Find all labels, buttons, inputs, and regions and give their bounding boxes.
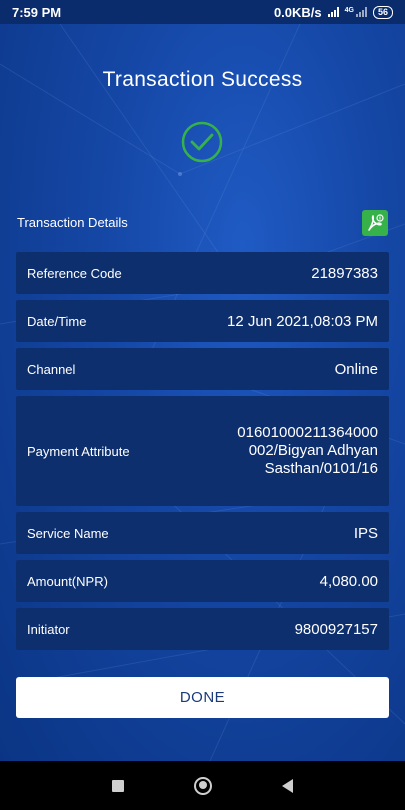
network-type: 4G [344, 6, 354, 14]
battery-icon: 56 [372, 5, 393, 19]
row-value: 4,080.00 [319, 572, 378, 590]
row-label: Channel [27, 361, 76, 377]
row-label: Date/Time [27, 313, 87, 329]
section-title: Transaction Details [17, 215, 128, 230]
status-icons: 0.0KB/s 4G 56 [274, 5, 393, 20]
row-value: 12 Jun 2021,08:03 PM [227, 312, 378, 330]
signal-icon [327, 7, 339, 17]
row-value: 9800927157 [294, 620, 378, 638]
row-label: Payment Attribute [27, 443, 130, 459]
check-circle-icon [181, 121, 223, 163]
detail-row-amount: Amount(NPR) 4,080.00 [16, 560, 389, 602]
detail-row-service-name: Service Name IPS [16, 512, 389, 554]
row-value: 01601000211364000 002/Bigyan Adhyan Sast… [237, 424, 378, 477]
network-speed: 0.0KB/s [273, 4, 322, 20]
row-value: 21897383 [311, 264, 378, 282]
recent-apps-icon[interactable] [112, 779, 124, 792]
signal-icon-2 [355, 7, 367, 17]
detail-row-reference-code: Reference Code 21897383 [16, 252, 389, 294]
row-value: Online [334, 360, 378, 378]
back-icon[interactable] [282, 778, 293, 793]
detail-row-initiator: Initiator 9800927157 [16, 608, 389, 650]
home-icon[interactable] [194, 776, 212, 795]
row-label: Reference Code [27, 265, 122, 281]
row-value: IPS [353, 524, 378, 542]
row-label: Service Name [27, 525, 109, 541]
page-title: Transaction Success [102, 68, 303, 91]
done-button[interactable]: DONE [16, 677, 389, 718]
status-bar: 7:59 PM 0.0KB/s 4G 56 [0, 0, 405, 24]
row-label: Amount(NPR) [27, 573, 108, 589]
row-label: Initiator [27, 621, 70, 637]
system-nav-bar [0, 761, 405, 810]
pdf-download-icon[interactable] [362, 210, 388, 236]
detail-row-datetime: Date/Time 12 Jun 2021,08:03 PM [16, 300, 389, 342]
detail-row-payment-attribute: Payment Attribute 01601000211364000 002/… [16, 396, 389, 506]
detail-row-channel: Channel Online [16, 348, 389, 390]
status-time: 7:59 PM [12, 4, 62, 20]
